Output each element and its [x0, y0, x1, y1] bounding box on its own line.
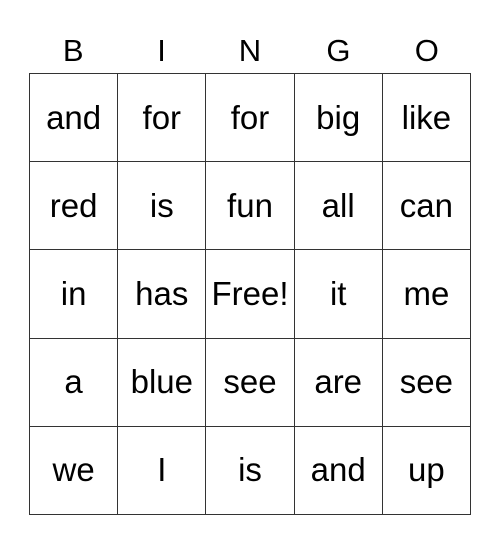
bingo-cell: for [206, 74, 295, 163]
bingo-cell: is [118, 162, 207, 251]
bingo-cell: a [30, 338, 119, 427]
bingo-cell: like [382, 74, 471, 163]
header-letter-n: N [238, 33, 262, 68]
bingo-cell: are [294, 338, 383, 427]
bingo-cell: up [382, 426, 471, 515]
header-letter-o: O [414, 33, 439, 68]
bingo-cell: fun [206, 162, 295, 251]
bingo-cell: red [30, 162, 119, 251]
bingo-cell: it [294, 250, 383, 339]
header-letter-b: B [62, 33, 84, 68]
bingo-cell: for [118, 74, 207, 163]
bingo-cell: me [382, 250, 471, 339]
header-letter-g: G [326, 33, 351, 68]
bingo-cell: all [294, 162, 383, 251]
bingo-cell: can [382, 162, 471, 251]
bingo-cell: in [30, 250, 119, 339]
bingo-cell: I [118, 426, 207, 515]
bingo-cell: has [118, 250, 207, 339]
header-letter-i: I [157, 33, 166, 68]
bingo-cell: big [294, 74, 383, 163]
bingo-cell: blue [118, 338, 207, 427]
bingo-grid: and for for big like red is fun all can in has Free!… [29, 73, 471, 515]
bingo-cell: and [294, 426, 383, 515]
free-space-cell: Free! [206, 250, 295, 339]
bingo-cell: see [382, 338, 471, 427]
bingo-header: B I N G O [29, 30, 471, 72]
bingo-cell: we [30, 426, 119, 515]
bingo-cell: see [206, 338, 295, 427]
bingo-cell: and [30, 74, 119, 163]
bingo-cell: is [206, 426, 295, 515]
